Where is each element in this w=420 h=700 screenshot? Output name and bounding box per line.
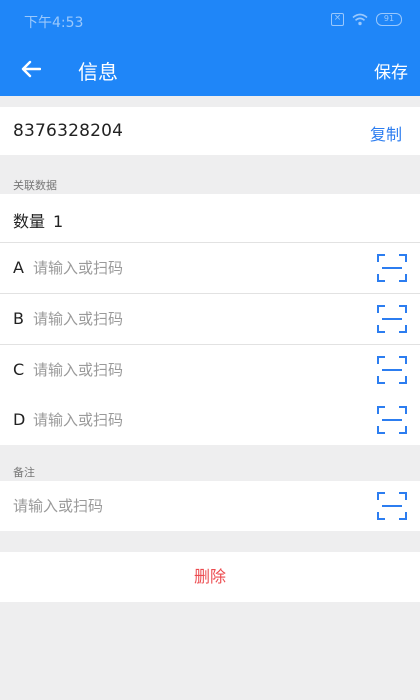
field-letter-d: D [13,410,26,429]
count-display: 数量 1 [13,208,63,232]
arrow-left-icon [21,60,41,78]
battery-icon: 91 [376,13,402,26]
field-letter-c: C [13,360,25,379]
save-button[interactable]: 保存 [374,58,408,83]
field-letter-a: A [13,258,24,277]
linked-data-label: 关联数据 [13,179,57,192]
copy-button[interactable]: 复制 [370,121,402,145]
status-bar: 下午4:53 × 91 [0,0,420,42]
notes-input[interactable] [13,493,313,519]
field-a-input[interactable] [33,255,333,281]
count-value: 1 [53,212,64,231]
record-id: 8376328204 [13,121,124,141]
notes-row [0,481,420,531]
field-c-input[interactable] [33,357,333,383]
page-title: 信息 [78,60,118,84]
sim-icon: × [331,13,344,26]
wifi-icon [352,13,368,26]
field-row-b: B [0,294,420,344]
scan-button-notes[interactable] [377,492,407,520]
status-icons: × 91 [331,13,402,26]
count-row: 数量 1 [0,194,420,242]
scan-button-a[interactable] [377,254,407,282]
scan-button-c[interactable] [377,356,407,384]
field-row-d: D [0,395,420,445]
record-id-row: 8376328204 复制 [0,107,420,155]
delete-row: 删除 [0,552,420,602]
app-bar: 信息 保存 [0,42,420,96]
field-letter-b: B [13,309,24,328]
count-label: 数量 [13,212,46,231]
status-time: 下午4:53 [24,15,84,31]
notes-label: 备注 [13,466,35,479]
delete-button[interactable]: 删除 [0,552,420,602]
field-row-c: C [0,345,420,395]
back-button[interactable] [12,50,50,88]
field-row-a: A [0,243,420,293]
scan-button-b[interactable] [377,305,407,333]
scan-button-d[interactable] [377,406,407,434]
field-d-input[interactable] [33,407,333,433]
field-b-input[interactable] [33,306,333,332]
